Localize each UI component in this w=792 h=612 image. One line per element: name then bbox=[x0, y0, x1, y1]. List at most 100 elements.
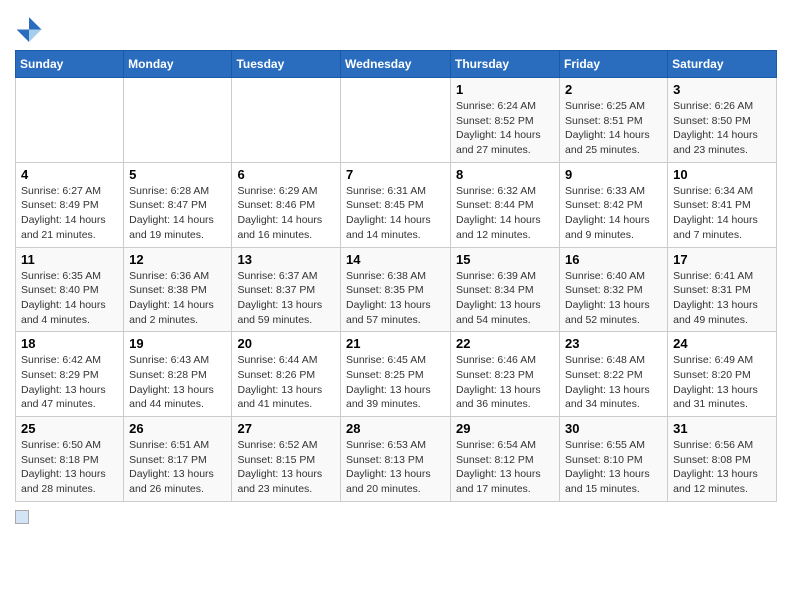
day-number: 14 bbox=[346, 252, 445, 267]
day-info: Sunrise: 6:34 AM Sunset: 8:41 PM Dayligh… bbox=[673, 184, 771, 243]
day-cell: 2Sunrise: 6:25 AM Sunset: 8:51 PM Daylig… bbox=[560, 78, 668, 163]
header-row: SundayMondayTuesdayWednesdayThursdayFrid… bbox=[16, 51, 777, 78]
day-cell: 8Sunrise: 6:32 AM Sunset: 8:44 PM Daylig… bbox=[451, 162, 560, 247]
day-cell: 29Sunrise: 6:54 AM Sunset: 8:12 PM Dayli… bbox=[451, 417, 560, 502]
day-info: Sunrise: 6:40 AM Sunset: 8:32 PM Dayligh… bbox=[565, 269, 662, 328]
day-info: Sunrise: 6:33 AM Sunset: 8:42 PM Dayligh… bbox=[565, 184, 662, 243]
day-number: 24 bbox=[673, 336, 771, 351]
day-cell: 19Sunrise: 6:43 AM Sunset: 8:28 PM Dayli… bbox=[124, 332, 232, 417]
day-info: Sunrise: 6:51 AM Sunset: 8:17 PM Dayligh… bbox=[129, 438, 226, 497]
day-header-saturday: Saturday bbox=[668, 51, 777, 78]
week-row-2: 4 Sunrise: 6:27 AM Sunset: 8:49 PM Daylig… bbox=[16, 162, 777, 247]
day-cell: 13 Sunrise: 6:37 AM Sunset: 8:37 PM Dayli… bbox=[232, 247, 341, 332]
day-info: Sunrise: 6:44 AM Sunset: 8:26 PM Dayligh… bbox=[237, 353, 335, 412]
day-number: 11 bbox=[21, 252, 118, 267]
day-number: 26 bbox=[129, 421, 226, 436]
header bbox=[15, 10, 777, 42]
day-cell: 24 Sunrise: 6:49 AM Sunset: 8:20 PM Dayli… bbox=[668, 332, 777, 417]
day-cell: 18Sunrise: 6:42 AM Sunset: 8:29 PM Dayli… bbox=[16, 332, 124, 417]
day-number: 31 bbox=[673, 421, 771, 436]
day-number: 4 bbox=[21, 167, 118, 182]
day-number: 17 bbox=[673, 252, 771, 267]
day-number: 13 bbox=[237, 252, 335, 267]
day-cell: 12 Sunrise: 6:36 AM Sunset: 8:38 PM Dayli… bbox=[124, 247, 232, 332]
day-number: 15 bbox=[456, 252, 554, 267]
day-cell: 4 Sunrise: 6:27 AM Sunset: 8:49 PM Daylig… bbox=[16, 162, 124, 247]
week-row-3: 11 Sunrise: 6:35 AM Sunset: 8:40 PM Dayli… bbox=[16, 247, 777, 332]
day-header-sunday: Sunday bbox=[16, 51, 124, 78]
day-info: Sunrise: 6:27 AM Sunset: 8:49 PM Dayligh… bbox=[21, 184, 118, 243]
week-row-5: 25 Sunrise: 6:50 AM Sunset: 8:18 PM Dayli… bbox=[16, 417, 777, 502]
day-info: Sunrise: 6:41 AM Sunset: 8:31 PM Dayligh… bbox=[673, 269, 771, 328]
day-number: 3 bbox=[673, 82, 771, 97]
day-number: 27 bbox=[237, 421, 335, 436]
day-cell: 7 Sunrise: 6:31 AM Sunset: 8:45 PM Daylig… bbox=[341, 162, 451, 247]
day-cell bbox=[16, 78, 124, 163]
day-cell bbox=[341, 78, 451, 163]
day-info: Sunrise: 6:37 AM Sunset: 8:37 PM Dayligh… bbox=[237, 269, 335, 328]
day-header-monday: Monday bbox=[124, 51, 232, 78]
day-number: 22 bbox=[456, 336, 554, 351]
day-cell: 22 Sunrise: 6:46 AM Sunset: 8:23 PM Dayli… bbox=[451, 332, 560, 417]
day-info: Sunrise: 6:38 AM Sunset: 8:35 PM Dayligh… bbox=[346, 269, 445, 328]
day-cell: 9 Sunrise: 6:33 AM Sunset: 8:42 PM Daylig… bbox=[560, 162, 668, 247]
day-header-thursday: Thursday bbox=[451, 51, 560, 78]
day-number: 10 bbox=[673, 167, 771, 182]
day-cell: 27 Sunrise: 6:52 AM Sunset: 8:15 PM Dayli… bbox=[232, 417, 341, 502]
day-number: 20 bbox=[237, 336, 335, 351]
week-row-1: 1Sunrise: 6:24 AM Sunset: 8:52 PM Daylig… bbox=[16, 78, 777, 163]
day-info: Sunrise: 6:28 AM Sunset: 8:47 PM Dayligh… bbox=[129, 184, 226, 243]
day-cell: 1Sunrise: 6:24 AM Sunset: 8:52 PM Daylig… bbox=[451, 78, 560, 163]
day-cell: 30Sunrise: 6:55 AM Sunset: 8:10 PM Dayli… bbox=[560, 417, 668, 502]
day-header-tuesday: Tuesday bbox=[232, 51, 341, 78]
week-row-4: 18Sunrise: 6:42 AM Sunset: 8:29 PM Dayli… bbox=[16, 332, 777, 417]
logo bbox=[15, 14, 47, 42]
day-header-wednesday: Wednesday bbox=[341, 51, 451, 78]
calendar-table: SundayMondayTuesdayWednesdayThursdayFrid… bbox=[15, 50, 777, 502]
day-info: Sunrise: 6:39 AM Sunset: 8:34 PM Dayligh… bbox=[456, 269, 554, 328]
day-info: Sunrise: 6:49 AM Sunset: 8:20 PM Dayligh… bbox=[673, 353, 771, 412]
day-cell: 21Sunrise: 6:45 AM Sunset: 8:25 PM Dayli… bbox=[341, 332, 451, 417]
day-number: 21 bbox=[346, 336, 445, 351]
day-info: Sunrise: 6:53 AM Sunset: 8:13 PM Dayligh… bbox=[346, 438, 445, 497]
day-info: Sunrise: 6:36 AM Sunset: 8:38 PM Dayligh… bbox=[129, 269, 226, 328]
day-cell: 6 Sunrise: 6:29 AM Sunset: 8:46 PM Daylig… bbox=[232, 162, 341, 247]
day-header-friday: Friday bbox=[560, 51, 668, 78]
day-number: 9 bbox=[565, 167, 662, 182]
day-cell: 26 Sunrise: 6:51 AM Sunset: 8:17 PM Dayli… bbox=[124, 417, 232, 502]
day-cell: 11 Sunrise: 6:35 AM Sunset: 8:40 PM Dayli… bbox=[16, 247, 124, 332]
day-cell: 31Sunrise: 6:56 AM Sunset: 8:08 PM Dayli… bbox=[668, 417, 777, 502]
day-cell bbox=[124, 78, 232, 163]
day-number: 6 bbox=[237, 167, 335, 182]
day-info: Sunrise: 6:52 AM Sunset: 8:15 PM Dayligh… bbox=[237, 438, 335, 497]
day-info: Sunrise: 6:25 AM Sunset: 8:51 PM Dayligh… bbox=[565, 99, 662, 158]
day-info: Sunrise: 6:26 AM Sunset: 8:50 PM Dayligh… bbox=[673, 99, 771, 158]
day-number: 25 bbox=[21, 421, 118, 436]
day-info: Sunrise: 6:46 AM Sunset: 8:23 PM Dayligh… bbox=[456, 353, 554, 412]
day-info: Sunrise: 6:32 AM Sunset: 8:44 PM Dayligh… bbox=[456, 184, 554, 243]
day-number: 12 bbox=[129, 252, 226, 267]
day-cell: 23 Sunrise: 6:48 AM Sunset: 8:22 PM Dayli… bbox=[560, 332, 668, 417]
day-info: Sunrise: 6:29 AM Sunset: 8:46 PM Dayligh… bbox=[237, 184, 335, 243]
day-cell bbox=[232, 78, 341, 163]
daylight-box bbox=[15, 510, 29, 524]
day-number: 19 bbox=[129, 336, 226, 351]
day-number: 16 bbox=[565, 252, 662, 267]
day-info: Sunrise: 6:50 AM Sunset: 8:18 PM Dayligh… bbox=[21, 438, 118, 497]
day-info: Sunrise: 6:35 AM Sunset: 8:40 PM Dayligh… bbox=[21, 269, 118, 328]
day-number: 1 bbox=[456, 82, 554, 97]
day-number: 7 bbox=[346, 167, 445, 182]
day-number: 30 bbox=[565, 421, 662, 436]
day-cell: 5Sunrise: 6:28 AM Sunset: 8:47 PM Daylig… bbox=[124, 162, 232, 247]
day-cell: 3 Sunrise: 6:26 AM Sunset: 8:50 PM Daylig… bbox=[668, 78, 777, 163]
day-cell: 14 Sunrise: 6:38 AM Sunset: 8:35 PM Dayli… bbox=[341, 247, 451, 332]
day-cell: 16 Sunrise: 6:40 AM Sunset: 8:32 PM Dayli… bbox=[560, 247, 668, 332]
day-info: Sunrise: 6:42 AM Sunset: 8:29 PM Dayligh… bbox=[21, 353, 118, 412]
day-cell: 15 Sunrise: 6:39 AM Sunset: 8:34 PM Dayli… bbox=[451, 247, 560, 332]
day-info: Sunrise: 6:48 AM Sunset: 8:22 PM Dayligh… bbox=[565, 353, 662, 412]
day-number: 23 bbox=[565, 336, 662, 351]
day-number: 29 bbox=[456, 421, 554, 436]
day-cell: 25 Sunrise: 6:50 AM Sunset: 8:18 PM Dayli… bbox=[16, 417, 124, 502]
day-cell: 17 Sunrise: 6:41 AM Sunset: 8:31 PM Dayli… bbox=[668, 247, 777, 332]
day-info: Sunrise: 6:31 AM Sunset: 8:45 PM Dayligh… bbox=[346, 184, 445, 243]
